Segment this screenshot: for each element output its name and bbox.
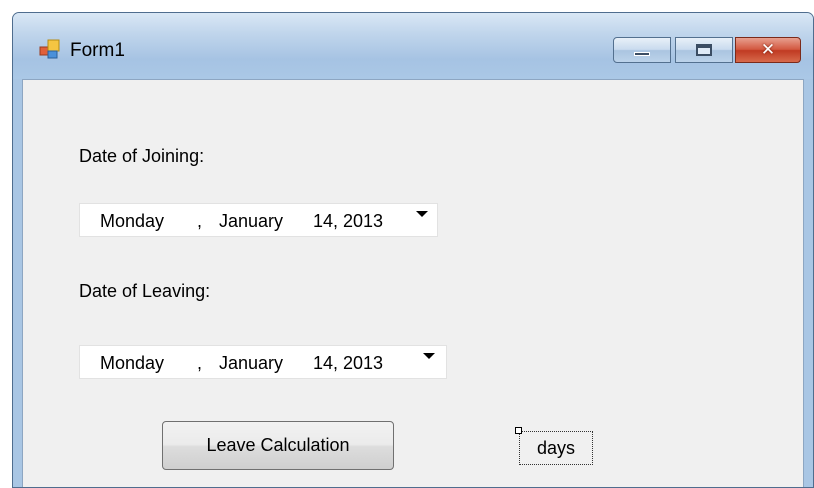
chevron-down-icon[interactable] bbox=[423, 353, 435, 359]
form-window: Form1 ✕ Date of Joining: Monday , Januar… bbox=[12, 12, 814, 488]
maximize-icon bbox=[696, 44, 712, 56]
title-bar[interactable]: Form1 ✕ bbox=[13, 13, 813, 79]
minimize-icon bbox=[634, 52, 650, 56]
window-title: Form1 bbox=[70, 40, 125, 61]
joining-month[interactable]: January bbox=[219, 211, 283, 232]
leaving-day-year[interactable]: 14, 2013 bbox=[313, 353, 383, 374]
close-button[interactable]: ✕ bbox=[735, 37, 801, 63]
form-app-icon bbox=[39, 39, 60, 59]
leaving-weekday[interactable]: Monday bbox=[100, 353, 164, 374]
selection-handle[interactable] bbox=[515, 427, 522, 434]
joining-date-picker[interactable]: Monday , January 14, 2013 bbox=[79, 203, 438, 237]
close-icon: ✕ bbox=[760, 40, 776, 60]
leaving-date-picker[interactable]: Monday , January 14, 2013 bbox=[79, 345, 447, 379]
maximize-button[interactable] bbox=[675, 37, 733, 63]
joining-weekday[interactable]: Monday bbox=[100, 211, 164, 232]
days-label[interactable]: days bbox=[515, 427, 593, 465]
form-client-area: Date of Joining: Monday , January 14, 20… bbox=[22, 79, 804, 487]
minimize-button[interactable] bbox=[613, 37, 671, 63]
joining-label: Date of Joining: bbox=[79, 146, 205, 166]
leaving-label: Date of Leaving: bbox=[79, 281, 211, 301]
leaving-month[interactable]: January bbox=[219, 353, 283, 374]
chevron-down-icon[interactable] bbox=[416, 211, 428, 217]
joining-day-year[interactable]: 14, 2013 bbox=[313, 211, 383, 232]
leave-calculation-button[interactable]: Leave Calculation bbox=[162, 421, 394, 470]
joining-sep: , bbox=[197, 211, 203, 231]
leaving-sep: , bbox=[197, 353, 203, 373]
days-label-text: days bbox=[536, 438, 576, 458]
